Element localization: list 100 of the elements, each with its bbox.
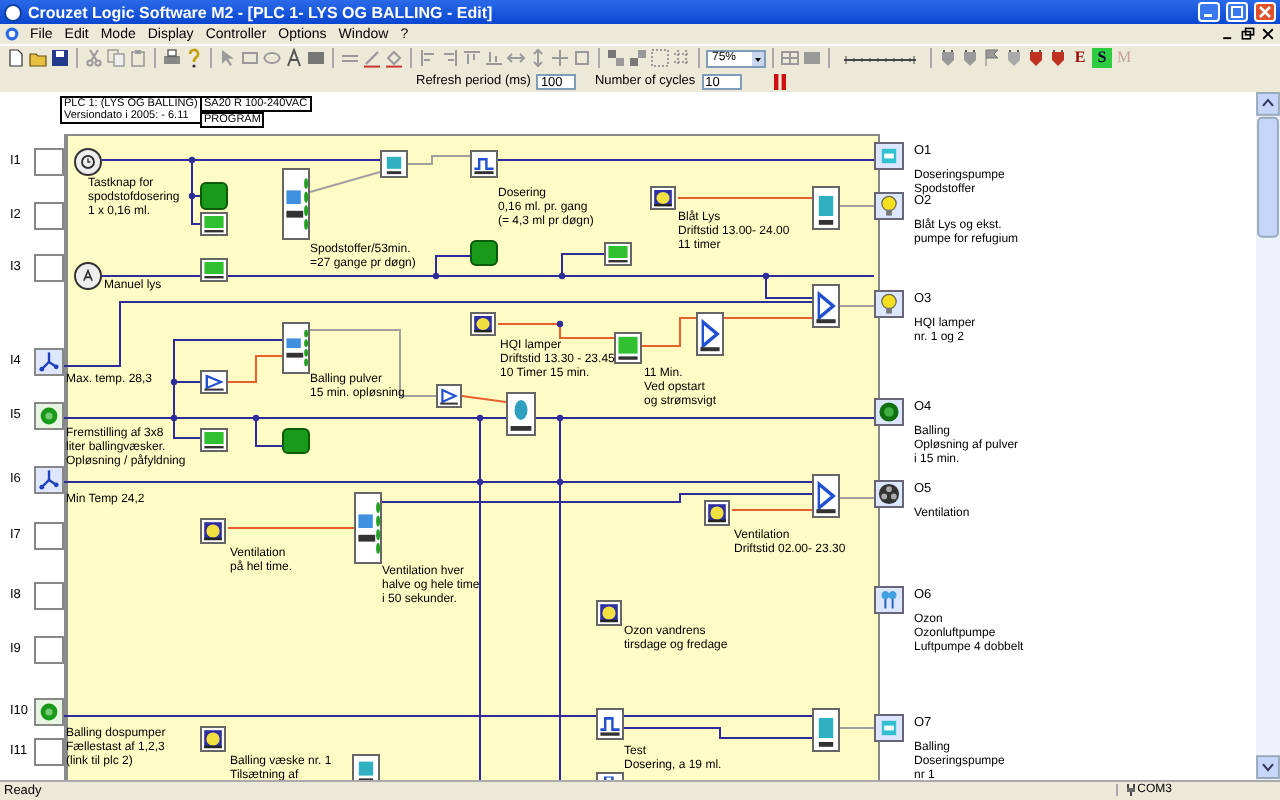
junction-dot — [432, 272, 440, 280]
maximize-button[interactable] — [1226, 2, 1248, 22]
switch-input-icon[interactable] — [34, 698, 64, 726]
module-icon[interactable] — [960, 48, 980, 68]
logic-block-icon — [812, 708, 840, 752]
module-icon[interactable] — [1048, 48, 1068, 68]
motor-output-icon[interactable] — [874, 398, 904, 426]
print-icon[interactable] — [162, 48, 182, 68]
image-icon[interactable] — [306, 48, 326, 68]
junction-dot — [170, 378, 178, 386]
spacing-icon[interactable] — [528, 48, 548, 68]
text-icon[interactable] — [284, 48, 304, 68]
junction-dot — [252, 414, 260, 422]
resize-icon[interactable] — [572, 48, 592, 68]
resize-icon[interactable] — [550, 48, 570, 68]
new-file-icon[interactable] — [6, 48, 26, 68]
restore-icon[interactable] — [1240, 26, 1256, 42]
grid-icon[interactable] — [672, 48, 692, 68]
timer-block-icon — [596, 708, 624, 740]
empty-input-slot[interactable] — [34, 202, 64, 230]
plug-icon — [1125, 784, 1136, 796]
vertical-scrollbar[interactable] — [1256, 92, 1280, 780]
logic-block-icon — [812, 186, 840, 230]
letter-button[interactable]: S — [1092, 48, 1112, 68]
table-icon[interactable] — [780, 48, 800, 68]
wire — [731, 509, 813, 511]
save-icon[interactable] — [50, 48, 70, 68]
junction-dot — [476, 414, 484, 422]
indicator-icon — [470, 240, 498, 266]
flag-icon[interactable] — [982, 48, 1002, 68]
caret-icon — [752, 51, 764, 65]
wire — [839, 497, 875, 499]
junction-dot — [188, 156, 196, 164]
logic-block-icon — [352, 754, 380, 780]
cut-icon[interactable] — [84, 48, 104, 68]
slider-icon[interactable] — [842, 51, 918, 65]
indicator-icon — [200, 182, 228, 210]
empty-input-slot[interactable] — [34, 148, 64, 176]
close-icon — [1256, 4, 1274, 20]
display-block-icon — [200, 428, 228, 452]
wire — [677, 197, 813, 199]
align-bottom-icon[interactable] — [484, 48, 504, 68]
letter-button[interactable]: E — [1070, 48, 1090, 68]
light-bulb-icon[interactable] — [874, 290, 904, 318]
bubbles-output-icon[interactable] — [874, 586, 904, 614]
close-icon[interactable] — [1260, 26, 1276, 42]
function-block-icon — [354, 492, 382, 564]
junction-dot — [476, 478, 484, 486]
table-icon[interactable] — [802, 48, 822, 68]
indicator-icon — [282, 428, 310, 454]
switch-input-icon[interactable] — [34, 402, 64, 430]
rectangle-icon[interactable] — [240, 48, 260, 68]
junction-dot — [170, 414, 178, 422]
align-top-icon[interactable] — [462, 48, 482, 68]
light-bulb-icon[interactable] — [874, 192, 904, 220]
close-button[interactable] — [1254, 2, 1276, 22]
junction-dot — [558, 272, 566, 280]
align-left-icon[interactable] — [418, 48, 438, 68]
clock-block-icon — [650, 186, 676, 210]
minimize-button[interactable] — [1198, 2, 1220, 22]
empty-input-slot[interactable] — [34, 738, 64, 766]
function-block-icon — [282, 168, 310, 240]
junction-dot — [762, 272, 770, 280]
display-block-icon — [200, 258, 228, 282]
pump-output-icon[interactable] — [874, 142, 904, 170]
sensor-input-icon[interactable] — [34, 348, 64, 376]
pause-icon[interactable] — [771, 73, 788, 89]
empty-input-slot[interactable] — [34, 582, 64, 610]
clock-block-icon — [200, 726, 226, 752]
wire — [461, 395, 507, 403]
document-icon[interactable] — [4, 26, 20, 42]
pen-icon[interactable] — [362, 48, 382, 68]
clock-block-icon — [200, 518, 226, 544]
fill-icon[interactable] — [384, 48, 404, 68]
logic-block-icon — [380, 150, 408, 178]
align-right-icon[interactable] — [440, 48, 460, 68]
comparator-block-icon — [812, 474, 840, 518]
comparator-block-icon — [436, 384, 462, 408]
copy-icon[interactable] — [106, 48, 126, 68]
clock-block-icon — [470, 312, 496, 336]
empty-input-slot[interactable] — [34, 254, 64, 282]
pump-output-icon[interactable] — [874, 714, 904, 742]
paste-icon[interactable] — [128, 48, 148, 68]
display-block-icon — [614, 332, 642, 364]
pointer-icon[interactable] — [218, 48, 238, 68]
comparator-block-icon — [812, 284, 840, 328]
junction-dot — [556, 478, 564, 486]
clock-block-icon — [704, 500, 730, 526]
sensor-input-icon[interactable] — [34, 466, 64, 494]
fan-output-icon[interactable] — [874, 480, 904, 508]
module-icon[interactable] — [938, 48, 958, 68]
spacing-icon[interactable] — [506, 48, 526, 68]
grid-icon[interactable] — [650, 48, 670, 68]
module-icon[interactable] — [1004, 48, 1024, 68]
timer-block-icon — [470, 150, 498, 178]
display-block-icon — [200, 212, 228, 236]
module-icon[interactable] — [1026, 48, 1046, 68]
empty-input-slot[interactable] — [34, 522, 64, 550]
empty-input-slot[interactable] — [34, 636, 64, 664]
comparator-block-icon — [200, 370, 228, 394]
